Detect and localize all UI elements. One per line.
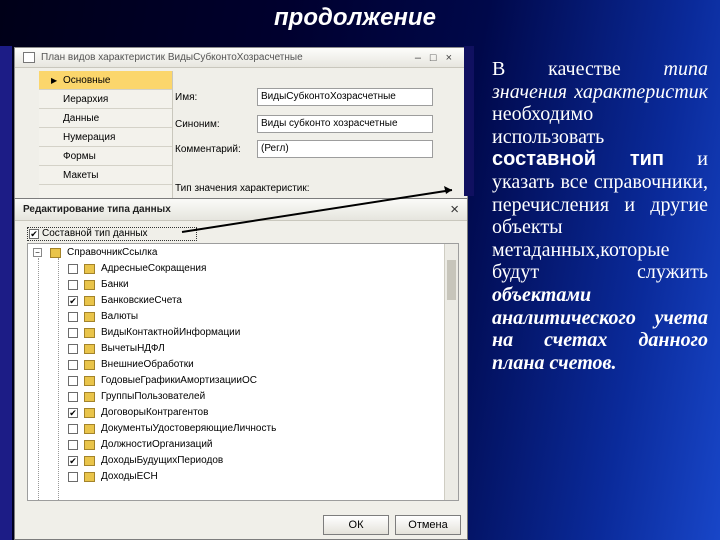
- list-item[interactable]: ГодовыеГрафикиАмортизацииОС: [68, 373, 398, 389]
- item-checkbox[interactable]: [68, 472, 78, 482]
- name-input[interactable]: ВидыСубконтоХозрасчетные: [257, 88, 433, 106]
- list-item[interactable]: ВидыКонтактнойИнформации: [68, 325, 398, 341]
- item-checkbox[interactable]: [68, 280, 78, 290]
- list-item[interactable]: ВычетыНДФЛ: [68, 341, 398, 357]
- synonym-label: Синоним:: [175, 119, 220, 130]
- item-checkbox[interactable]: ✔: [68, 456, 78, 466]
- tree-scrollbar[interactable]: [444, 244, 458, 500]
- window-controls[interactable]: –□×: [415, 48, 461, 68]
- item-checkbox[interactable]: [68, 424, 78, 434]
- list-item[interactable]: ✔ ДоговорыКонтрагентов: [68, 405, 398, 421]
- nav-item-hierarchy[interactable]: Иерархия: [39, 90, 172, 109]
- nav-item-main[interactable]: ▶ Основные: [39, 71, 172, 90]
- folder-icon: [84, 408, 95, 418]
- right-decor-bar: [464, 46, 474, 196]
- characteristics-plan-window: План видов характеристик ВидыСубконтоХоз…: [14, 47, 468, 207]
- window-nav: ▶ Основные Иерархия Данные Нумерация Форм…: [39, 71, 173, 207]
- description-text: В качестве типа значения характеристик н…: [492, 58, 708, 374]
- item-checkbox[interactable]: ✔: [68, 408, 78, 418]
- composite-type-checkbox[interactable]: ✔: [29, 229, 39, 239]
- cancel-button[interactable]: Отмена: [395, 515, 461, 535]
- folder-icon: [50, 248, 61, 258]
- window-title: План видов характеристик ВидыСубконтоХоз…: [41, 52, 303, 63]
- type-label: Тип значения характеристик:: [175, 183, 310, 194]
- list-item[interactable]: ДокументыУдостоверяющиеЛичность: [68, 421, 398, 437]
- composite-type-highlight: составной тип: [492, 148, 665, 171]
- nav-item-templates[interactable]: Макеты: [39, 166, 172, 185]
- list-item[interactable]: ✔ БанковскиеСчета: [68, 293, 398, 309]
- item-checkbox[interactable]: [68, 344, 78, 354]
- list-item[interactable]: ГруппыПользователей: [68, 389, 398, 405]
- folder-icon: [84, 392, 95, 402]
- window-icon: [23, 52, 35, 63]
- folder-icon: [84, 280, 95, 290]
- item-checkbox[interactable]: [68, 360, 78, 370]
- tree-root-row[interactable]: − СправочникСсылка: [33, 245, 333, 261]
- list-item[interactable]: Валюты: [68, 309, 398, 325]
- composite-type-row[interactable]: ✔ Составной тип данных: [27, 227, 197, 241]
- comment-input[interactable]: (Регл): [257, 140, 433, 158]
- list-item[interactable]: ВнешниеОбработки: [68, 357, 398, 373]
- list-item[interactable]: Банки: [68, 277, 398, 293]
- synonym-input[interactable]: Виды субконто хозрасчетные: [257, 115, 433, 133]
- folder-icon: [84, 376, 95, 386]
- slide-title: продолжение: [274, 4, 436, 31]
- list-item[interactable]: ДолжностиОрганизаций: [68, 437, 398, 453]
- dialog-titlebar: Редактирование типа данных ×: [15, 199, 467, 221]
- comment-label: Комментарий:: [175, 144, 241, 155]
- tree-root-label: СправочникСсылка: [67, 247, 158, 258]
- arrow-right-icon: ▶: [51, 76, 58, 85]
- folder-icon: [84, 312, 95, 322]
- ok-button[interactable]: ОК: [323, 515, 389, 535]
- nav-item-numbering[interactable]: Нумерация: [39, 128, 172, 147]
- folder-icon: [84, 424, 95, 434]
- name-label: Имя:: [175, 92, 198, 103]
- list-item[interactable]: ДоходыЕСН: [68, 469, 398, 485]
- item-checkbox[interactable]: [68, 376, 78, 386]
- window-titlebar: План видов характеристик ВидыСубконтоХоз…: [15, 48, 467, 68]
- nav-item-forms[interactable]: Формы: [39, 147, 172, 166]
- item-checkbox[interactable]: [68, 328, 78, 338]
- dialog-title: Редактирование типа данных: [23, 204, 171, 215]
- item-checkbox[interactable]: [68, 440, 78, 450]
- collapse-icon[interactable]: −: [33, 248, 42, 257]
- list-item[interactable]: ✔ ДоходыБудущихПериодов: [68, 453, 398, 469]
- folder-icon: [84, 328, 95, 338]
- folder-icon: [84, 264, 95, 274]
- nav-item-data[interactable]: Данные: [39, 109, 172, 128]
- folder-icon: [84, 472, 95, 482]
- folder-icon: [84, 296, 95, 306]
- item-checkbox[interactable]: [68, 392, 78, 402]
- folder-icon: [84, 456, 95, 466]
- item-checkbox[interactable]: [68, 312, 78, 322]
- close-icon[interactable]: ×: [450, 199, 459, 221]
- folder-icon: [84, 360, 95, 370]
- composite-type-label: Составной тип данных: [42, 228, 148, 239]
- scrollbar-thumb[interactable]: [447, 260, 456, 300]
- folder-icon: [84, 344, 95, 354]
- left-decor-bar: [0, 46, 12, 540]
- list-item[interactable]: АдресныеСокращения: [68, 261, 398, 277]
- item-checkbox[interactable]: ✔: [68, 296, 78, 306]
- item-checkbox[interactable]: [68, 264, 78, 274]
- type-tree: − СправочникСсылка АдресныеСокращения Ба…: [27, 243, 459, 501]
- folder-icon: [84, 440, 95, 450]
- edit-data-type-dialog: Редактирование типа данных × ✔ Составной…: [14, 198, 468, 540]
